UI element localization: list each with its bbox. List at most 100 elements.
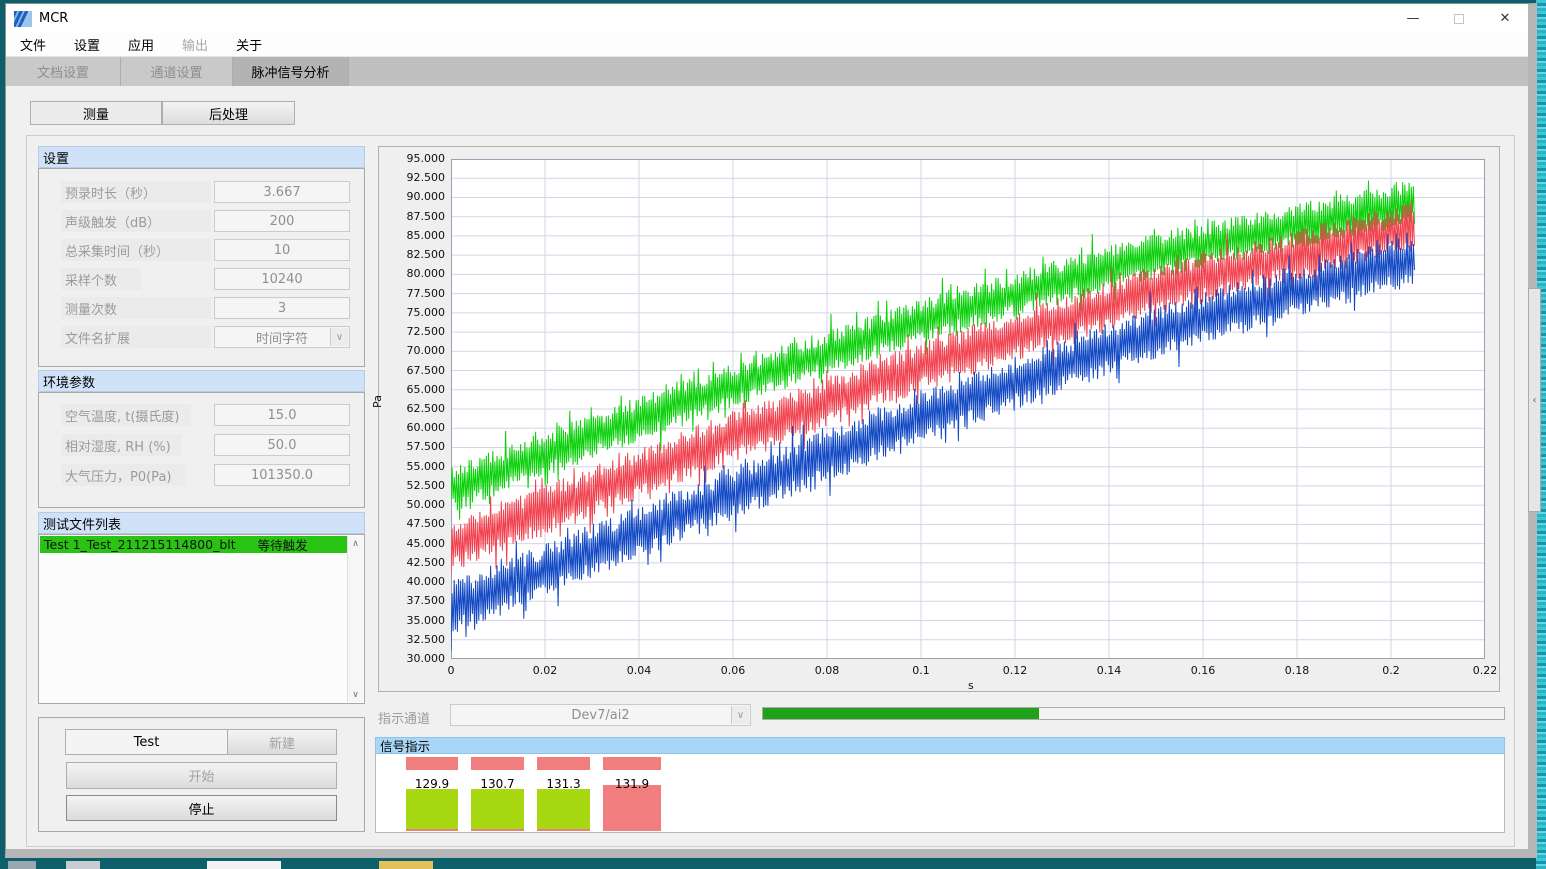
stop-button[interactable]: 停止 <box>66 795 337 821</box>
indicator-channel-label: 指示通道 <box>378 708 430 727</box>
scroll-up-icon[interactable]: ∧ <box>348 536 363 551</box>
total-acquisition-time-field[interactable]: 10 <box>214 239 350 261</box>
x-tick-label: 0.08 <box>804 664 850 677</box>
level-trigger-field[interactable]: 200 <box>214 210 350 232</box>
test-file-list: Test 1_Test_211215114800_blt 等待触发 ∧ ∨ <box>38 534 365 704</box>
y-axis-label: Pa <box>371 395 384 408</box>
indicator-channel-value: Dev7/ai2 <box>571 708 629 723</box>
subtab-postprocess-button[interactable]: 后处理 <box>162 101 295 125</box>
y-tick-label: 45.000 <box>383 537 445 550</box>
menu-settings[interactable]: 设置 <box>60 35 114 54</box>
window-title: MCR <box>39 11 68 26</box>
chevron-left-icon: ‹ <box>1533 395 1537 406</box>
desktop: MCR — ✕ 文件 设置 应用 输出 关于 文档设置 通道设置 脉冲信号分析 … <box>0 0 1546 869</box>
maximize-icon <box>1454 14 1464 24</box>
filename-extension-value: 时间字符 <box>256 328 308 347</box>
sample-count-field[interactable]: 10240 <box>214 268 350 290</box>
chevron-down-icon[interactable]: ∨ <box>330 328 348 346</box>
test-file-row[interactable]: Test 1_Test_211215114800_blt 等待触发 <box>40 536 347 553</box>
prerecord-duration-field[interactable]: 3.667 <box>214 181 350 203</box>
tab-page-content: 测量 后处理 设置 预录时长（秒） 3.667 声级触发（dB） 200 总采集… <box>6 86 1528 849</box>
close-button[interactable]: ✕ <box>1482 4 1528 33</box>
signal-meter: 129.9 <box>406 754 458 832</box>
meter-level-block <box>603 785 661 831</box>
y-tick-label: 50.000 <box>383 498 445 511</box>
meter-value: 129.9 <box>406 777 458 791</box>
menu-file[interactable]: 文件 <box>6 35 60 54</box>
y-tick-label: 55.000 <box>383 460 445 473</box>
test-file-name: Test 1_Test_211215114800_blt <box>44 537 236 552</box>
menu-apply[interactable]: 应用 <box>114 35 168 54</box>
plot-area <box>451 159 1485 659</box>
y-tick-label: 42.500 <box>383 556 445 569</box>
y-tick-label: 85.000 <box>383 229 445 242</box>
atmospheric-pressure-field[interactable]: 101350.0 <box>214 464 350 486</box>
filename-extension-label: 文件名扩展 <box>61 326 211 348</box>
menu-output: 输出 <box>168 35 222 54</box>
x-tick-label: 0.12 <box>992 664 1038 677</box>
atmospheric-pressure-label: 大气压力，P0(Pa) <box>61 464 186 486</box>
desktop-icon-sliver[interactable] <box>379 861 433 869</box>
y-tick-label: 47.500 <box>383 517 445 530</box>
meter-bottom-segment <box>406 829 458 831</box>
y-tick-label: 92.500 <box>383 171 445 184</box>
y-tick-label: 52.500 <box>383 479 445 492</box>
desktop-icon-sliver[interactable] <box>207 861 281 869</box>
menu-bar: 文件 设置 应用 输出 关于 <box>6 33 1528 57</box>
y-tick-label: 57.500 <box>383 440 445 453</box>
y-tick-label: 67.500 <box>383 364 445 377</box>
settings-group-header: 设置 <box>38 146 365 168</box>
environment-group-header: 环境参数 <box>38 370 365 392</box>
new-button: 新建 <box>227 729 337 755</box>
scroll-down-icon[interactable]: ∨ <box>348 687 363 702</box>
meter-cap-segment <box>471 757 524 770</box>
filename-extension-dropdown[interactable]: 时间字符 ∨ <box>214 326 350 348</box>
relative-humidity-field[interactable]: 50.0 <box>214 434 350 456</box>
chevron-down-icon[interactable]: ∨ <box>731 706 749 724</box>
signal-meter: 131.3 <box>537 754 590 832</box>
y-tick-label: 70.000 <box>383 344 445 357</box>
start-button: 开始 <box>66 762 337 789</box>
subtab-measure-button[interactable]: 测量 <box>30 101 162 125</box>
x-tick-label: 0.1 <box>898 664 944 677</box>
y-tick-label: 40.000 <box>383 575 445 588</box>
signal-panel-header: 信号指示 <box>375 737 1505 754</box>
meter-value: 131.3 <box>537 777 590 791</box>
meter-level-block <box>406 789 458 829</box>
tab-strip: 文档设置 通道设置 脉冲信号分析 <box>6 57 1528 86</box>
measurement-count-label: 测量次数 <box>61 297 211 319</box>
y-tick-label: 75.000 <box>383 306 445 319</box>
x-tick-label: 0.2 <box>1368 664 1414 677</box>
y-tick-label: 37.500 <box>383 594 445 607</box>
y-tick-label: 72.500 <box>383 325 445 338</box>
tab-document-settings[interactable]: 文档设置 <box>6 57 121 86</box>
progress-fill <box>763 708 1039 719</box>
y-tick-label: 95.000 <box>383 152 445 165</box>
test-name-button[interactable]: Test <box>65 729 228 755</box>
maximize-button[interactable] <box>1436 4 1482 33</box>
close-icon: ✕ <box>1500 11 1511 26</box>
x-tick-label: 0.14 <box>1086 664 1132 677</box>
side-panel-handle[interactable]: ‹ <box>1528 288 1541 512</box>
sample-count-label: 采样个数 <box>61 268 141 290</box>
signal-meter: 130.7 <box>471 754 524 832</box>
tab-channel-settings[interactable]: 通道设置 <box>121 57 233 86</box>
x-tick-label: 0.16 <box>1180 664 1226 677</box>
level-trigger-label: 声级触发（dB） <box>61 210 211 232</box>
file-list-scrollbar[interactable]: ∧ ∨ <box>347 536 363 702</box>
minimize-button[interactable]: — <box>1390 4 1436 33</box>
menu-about[interactable]: 关于 <box>222 35 276 54</box>
tab-pulse-signal-analysis[interactable]: 脉冲信号分析 <box>233 57 349 86</box>
indicator-channel-dropdown[interactable]: Dev7/ai2 ∨ <box>450 704 751 726</box>
signal-panel-body: 129.9130.7131.3131.9 <box>375 754 1505 833</box>
air-temperature-field[interactable]: 15.0 <box>214 404 350 426</box>
measurement-count-field[interactable]: 3 <box>214 297 350 319</box>
desktop-icon-sliver[interactable] <box>66 861 100 869</box>
y-tick-label: 62.500 <box>383 402 445 415</box>
meter-bottom-segment <box>471 829 524 831</box>
meter-cap-segment <box>603 757 661 770</box>
app-logo-icon <box>14 11 32 27</box>
desktop-icon-sliver[interactable] <box>8 861 36 869</box>
y-tick-label: 87.500 <box>383 210 445 223</box>
y-tick-label: 77.500 <box>383 287 445 300</box>
